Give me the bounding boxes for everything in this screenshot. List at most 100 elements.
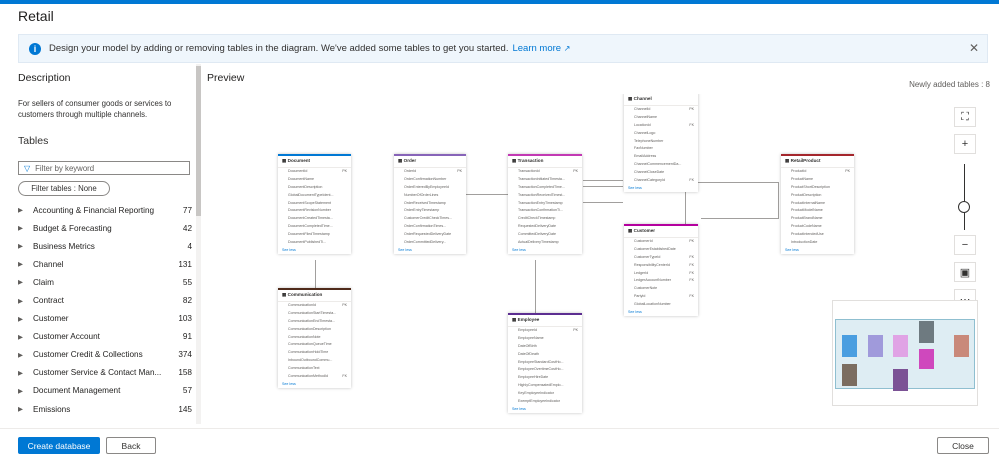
table-category-item[interactable]: ▶ Accounting & Financial Reporting 77: [18, 201, 192, 219]
table-card-transaction[interactable]: ▦ Transaction TransactionId PK TransactionI…: [508, 154, 582, 254]
close-button[interactable]: Close: [937, 437, 989, 454]
table-category-count: 103: [178, 314, 192, 324]
see-less-link[interactable]: See less: [278, 247, 351, 254]
table-field: DocumentPublishedTi...: [288, 240, 327, 245]
table-category-name: Customer Service & Contact Man...: [33, 368, 162, 378]
table-category-item[interactable]: ▶ Document Management 57: [18, 382, 192, 400]
see-less-link[interactable]: See less: [394, 247, 466, 254]
table-card-communication[interactable]: ▦ Communication CommunicationId PK Communic…: [278, 288, 351, 388]
zoom-slider-handle[interactable]: [958, 200, 970, 213]
table-category-count: 55: [182, 277, 192, 287]
left-scrollbar[interactable]: [196, 64, 201, 424]
see-less-link[interactable]: See less: [624, 309, 698, 316]
table-field: CommunicationDescription: [288, 326, 331, 331]
zoom-slider-track[interactable]: [964, 164, 965, 230]
table-category-count: 158: [178, 368, 192, 378]
table-card-channel[interactable]: ▦ Channel ChannelId PK ChannelName LocationI…: [624, 94, 698, 192]
table-category-item[interactable]: ▶ Business Metrics 4: [18, 237, 192, 255]
toggle-minimap-button[interactable]: ▣: [954, 262, 976, 282]
table-field: EmployeeStandardCostHo...: [518, 359, 564, 364]
table-category-name: Customer: [33, 314, 69, 324]
table-card-employee[interactable]: ▦ Employee EmployeeId PK EmployeeName DateOf…: [508, 313, 582, 413]
connector: [583, 186, 623, 187]
table-category-item[interactable]: ▶ Emissions 145: [18, 400, 192, 418]
table-field: ChannelLogo: [634, 130, 656, 135]
table-card-order[interactable]: ▦ Order OrderId PK OrderConfirmationNumber O…: [394, 154, 466, 254]
table-field: CustomerCreditCheckTimes...: [404, 216, 452, 221]
table-category-item[interactable]: ▶ Customer Account 91: [18, 328, 192, 346]
table-field: LocationId FK: [634, 122, 694, 127]
create-database-button[interactable]: Create database: [18, 437, 100, 454]
table-category-name: Document Management: [33, 386, 121, 396]
table-field: NumberOfOrderLines: [404, 192, 439, 197]
chevron-right-icon: ▶: [18, 387, 23, 395]
table-field: TransactionId PK: [518, 169, 578, 173]
chevron-right-icon: ▶: [18, 279, 23, 287]
learn-more-link[interactable]: Learn more ↗: [512, 43, 570, 54]
zoom-in-button[interactable]: +: [954, 134, 976, 154]
table-category-item[interactable]: ▶ Customer Service & Contact Man... 158: [18, 364, 192, 382]
diagram-minimap[interactable]: [832, 300, 978, 406]
table-field: EmployeeHireDate: [518, 375, 549, 380]
table-field: CustomerTypeId FK: [634, 254, 694, 259]
table-field: CommunicationMethodId FK: [288, 374, 347, 379]
table-category-item[interactable]: ▶ Customer Credit & Collections 374: [18, 346, 192, 364]
chevron-right-icon: ▶: [18, 406, 23, 414]
table-category-item[interactable]: ▶ Budget & Forecasting 42: [18, 219, 192, 237]
table-category-name: Contract: [33, 296, 64, 306]
table-category-count: 145: [178, 404, 192, 414]
left-panel: Description For sellers of consumer good…: [18, 72, 194, 424]
see-less-link[interactable]: See less: [508, 406, 582, 413]
table-category-item[interactable]: ▶ Contract 82: [18, 291, 192, 309]
table-card-customer[interactable]: ▦ Customer CustomerId PK CustomerEstablishe…: [624, 224, 698, 317]
table-field: DateOfBirth: [518, 343, 537, 348]
minimap-table: [893, 369, 908, 391]
connector: [687, 182, 779, 183]
see-less-link[interactable]: See less: [278, 381, 351, 388]
chevron-right-icon: ▶: [18, 315, 23, 323]
table-field: DocumentName: [288, 176, 314, 181]
fit-to-screen-button[interactable]: ⛶: [954, 107, 976, 127]
description-heading: Description: [18, 72, 71, 84]
zoom-out-button[interactable]: −: [954, 235, 976, 255]
table-field: OrderReceivedTimestamp: [404, 200, 446, 205]
table-field: OrderEntryTimestamp: [404, 208, 440, 213]
see-less-link[interactable]: See less: [508, 247, 582, 254]
table-category-item[interactable]: ▶ Claim 55: [18, 273, 192, 291]
chevron-right-icon: ▶: [18, 351, 23, 359]
top-accent-bar: [0, 0, 999, 4]
table-field: DocumentFiledTimestamp: [288, 232, 330, 237]
table-field: OrderEnteredByEmployeeId: [404, 184, 449, 189]
table-field: DocumentRevisionNumber: [288, 208, 331, 213]
table-field: GlobalLocationNumber: [634, 302, 671, 307]
table-field: DateOfDeath: [518, 351, 539, 356]
table-category-item[interactable]: ▶ Customer 103: [18, 310, 192, 328]
filter-input[interactable]: ▽ Filter by keyword: [18, 161, 190, 175]
table-field: CreditCheckTimestamp: [518, 216, 556, 221]
minimap-table: [893, 335, 908, 357]
connector: [778, 182, 779, 218]
see-less-link[interactable]: See less: [781, 247, 854, 254]
table-field: ProductInternalName: [791, 200, 825, 205]
table-field: CommunicationText: [288, 366, 320, 371]
minimap-table: [842, 364, 857, 386]
table-category-count: 57: [182, 386, 192, 396]
table-field: ProductModelName: [791, 208, 823, 213]
filter-tables-button[interactable]: Filter tables : None: [18, 181, 110, 196]
table-category-item[interactable]: ▶ Channel 131: [18, 255, 192, 273]
table-card-document[interactable]: ▦ Document DocumentId PK DocumentName Docume…: [278, 154, 351, 254]
back-button[interactable]: Back: [106, 437, 156, 454]
table-category-count: 82: [182, 296, 192, 306]
close-icon[interactable]: ✕: [969, 41, 979, 55]
page-title: Retail: [18, 8, 54, 24]
see-less-link[interactable]: See less: [624, 185, 698, 192]
minimap-table: [842, 335, 857, 357]
chevron-right-icon: ▶: [18, 207, 23, 215]
info-icon: i: [29, 42, 41, 55]
table-category-name: Customer Account: [33, 332, 100, 342]
table-field: OrderId PK: [404, 169, 462, 173]
scrollbar-thumb[interactable]: [196, 66, 201, 216]
table-category-count: 4: [187, 241, 192, 251]
table-field: DocumentScopeStatement: [288, 200, 331, 205]
table-card-retailproduct[interactable]: ▦ RetailProduct ProductId PK ProductName Pro…: [781, 154, 854, 254]
